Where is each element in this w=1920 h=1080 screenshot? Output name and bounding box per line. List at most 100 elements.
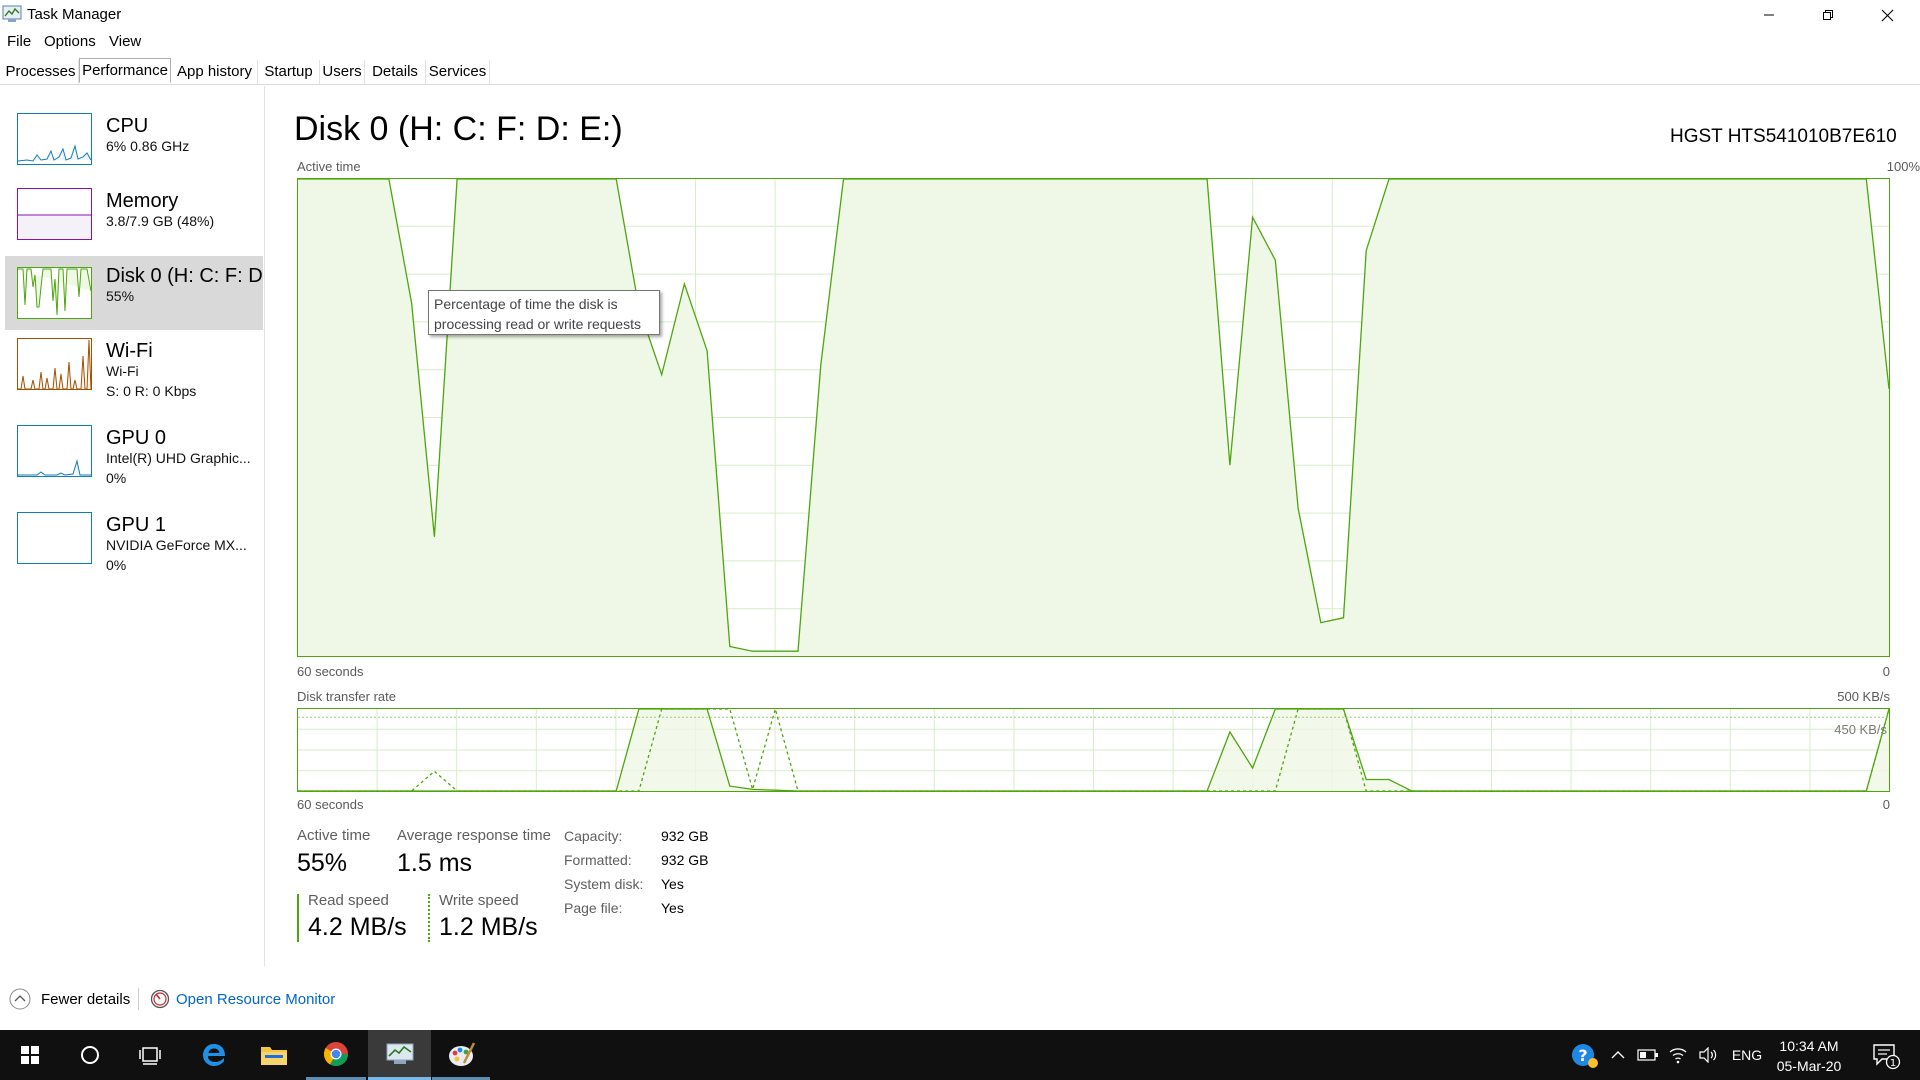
help-question-icon: ?: [1572, 1044, 1598, 1068]
cortana-search-icon: [81, 1046, 99, 1064]
tab-startup[interactable]: Startup: [258, 60, 320, 84]
file-explorer-icon: [261, 1047, 287, 1065]
restore-icon: [1823, 10, 1833, 20]
sidebar-item-name: Disk 0 (H: C: F: D: E:): [106, 265, 263, 287]
task-manager-taskbar-button[interactable]: [368, 1030, 431, 1080]
sidebar-item-name: GPU 0: [106, 427, 167, 449]
sidebar-item-disk-0[interactable]: Disk 0 (H: C: F: D: E:) 55%: [5, 256, 263, 330]
fewer-details-link[interactable]: Fewer details: [41, 991, 130, 1008]
active-time-stat-value: 55%: [297, 849, 348, 877]
tab-strip: Processes Performance App history Startu…: [0, 58, 1920, 85]
disk-model-name: HGST HTS541010B7E610: [1670, 126, 1897, 147]
sidebar-item-name: Memory: [106, 190, 179, 212]
chrome-taskbar-button[interactable]: [306, 1030, 366, 1080]
show-hidden-icons-button[interactable]: [1606, 1030, 1630, 1080]
minimize-button[interactable]: [1740, 0, 1798, 30]
resource-monitor-icon: [150, 989, 170, 1009]
svg-text:?: ?: [1578, 1046, 1587, 1065]
tab-performance[interactable]: Performance: [79, 58, 171, 83]
menu-options[interactable]: Options: [44, 33, 96, 50]
transfer-rate-graph-max: 500 KB/s: [1837, 689, 1890, 704]
wifi-tray-button[interactable]: [1664, 1030, 1692, 1080]
sidebar-item-name: Wi-Fi: [106, 340, 153, 362]
windows-start-icon: [21, 1046, 39, 1064]
sidebar-item-name: GPU 1: [106, 514, 167, 536]
cpu-thumbnail-graph: [17, 113, 92, 165]
battery-tray-button[interactable]: [1634, 1030, 1662, 1080]
capacity-value: 932 GB: [661, 828, 709, 844]
read-speed-value: 4.2 MB/s: [308, 913, 407, 941]
menu-view[interactable]: View: [109, 33, 141, 50]
performance-detail-panel: Disk 0 (H: C: F: D: E:) HGST HTS541010B7…: [266, 86, 1920, 966]
action-center-button[interactable]: 1: [1864, 1030, 1908, 1080]
chevron-up-icon: [1611, 1051, 1625, 1059]
active-time-axis-left: 60 seconds: [297, 664, 364, 679]
paint-icon: [449, 1041, 476, 1066]
menu-file[interactable]: File: [7, 33, 31, 50]
transfer-rate-axis-left: 60 seconds: [297, 797, 364, 812]
tab-details[interactable]: Details: [365, 60, 426, 84]
help-tray-button[interactable]: ?: [1568, 1030, 1602, 1080]
menu-bar: File Options View: [0, 30, 1920, 52]
task-manager-icon: [386, 1043, 413, 1064]
tooltip-line-1: Percentage of time the disk is: [434, 296, 618, 312]
chrome-icon: [323, 1041, 348, 1066]
tab-processes[interactable]: Processes: [3, 60, 79, 84]
edge-icon: [203, 1044, 225, 1066]
windows-taskbar: ? ENG 10:34 AM 05-Mar-20 1: [0, 1030, 1920, 1080]
active-time-graph-label: Active time: [297, 159, 361, 174]
sidebar-item-memory[interactable]: Memory 3.8/7.9 GB (48%): [5, 181, 263, 255]
sidebar-item-gpu-0[interactable]: GPU 0 Intel(R) UHD Graphic... 0%: [5, 418, 263, 492]
file-explorer-taskbar-button[interactable]: [244, 1030, 304, 1080]
start-button[interactable]: [0, 1030, 60, 1080]
tab-users[interactable]: Users: [320, 60, 365, 84]
close-icon: [1881, 9, 1893, 21]
avg-response-stat-value: 1.5 ms: [397, 849, 473, 877]
input-language-indicator[interactable]: ENG: [1728, 1030, 1766, 1080]
taskbar-clock[interactable]: 10:34 AM 05-Mar-20: [1768, 1036, 1850, 1076]
restore-button[interactable]: [1799, 0, 1857, 30]
page-file-label: Page file:: [564, 900, 623, 916]
sidebar-item-cpu[interactable]: CPU 6% 0.86 GHz: [5, 106, 263, 180]
volume-tray-button[interactable]: [1694, 1030, 1722, 1080]
close-button[interactable]: [1858, 0, 1916, 30]
open-resource-monitor-link[interactable]: Open Resource Monitor: [176, 991, 335, 1008]
avg-response-stat-label: Average response time: [397, 827, 551, 844]
notification-icon: 1: [1873, 1044, 1901, 1070]
write-speed-label: Write speed: [439, 892, 519, 909]
sidebar-item-detail-2: 0%: [106, 557, 127, 573]
sidebar-item-detail-2: S: 0 R: 0 Kbps: [106, 383, 197, 399]
transfer-rate-graph-label: Disk transfer rate: [297, 689, 396, 704]
gpu-0-thumbnail-graph: [17, 425, 92, 477]
wifi-signal-icon: [1669, 1048, 1687, 1064]
tab-services[interactable]: Services: [426, 60, 490, 84]
write-speed-legend-line: [428, 894, 430, 942]
gpu-1-thumbnail-graph: [17, 512, 92, 564]
paint-taskbar-button[interactable]: [432, 1030, 490, 1080]
active-time-tooltip: Percentage of time the disk is processin…: [428, 290, 660, 335]
transfer-rate-axis-right: 0: [1882, 797, 1890, 812]
active-time-series-area: [298, 179, 1889, 656]
sidebar-item-detail: Intel(R) UHD Graphic...: [106, 450, 251, 466]
transfer-rate-marker-label: 450 KB/s: [1834, 722, 1887, 737]
footer-divider: [138, 988, 139, 1010]
edge-taskbar-button[interactable]: [184, 1030, 244, 1080]
active-time-graph-max: 100%: [1886, 159, 1920, 174]
read-speed-legend-line: [297, 894, 299, 942]
task-view-button[interactable]: [120, 1030, 180, 1080]
sidebar-item-wifi[interactable]: Wi-Fi Wi-Fi S: 0 R: 0 Kbps: [5, 331, 263, 405]
cortana-search-button[interactable]: [60, 1030, 120, 1080]
capacity-label: Capacity:: [564, 828, 623, 844]
memory-thumbnail-graph: [17, 188, 92, 240]
battery-icon: [1637, 1049, 1658, 1061]
formatted-label: Formatted:: [564, 852, 632, 868]
tab-app-history[interactable]: App history: [172, 60, 258, 84]
sidebar-item-name: CPU: [106, 115, 149, 137]
write-speed-value: 1.2 MB/s: [439, 913, 538, 941]
resource-sidebar: CPU 6% 0.86 GHz Memory 3.8/7.9 GB (48%) …: [0, 86, 265, 966]
sidebar-item-gpu-1[interactable]: GPU 1 NVIDIA GeForce MX... 0%: [5, 505, 263, 579]
fewer-details-button[interactable]: [9, 988, 31, 1010]
sidebar-item-detail: 6% 0.86 GHz: [106, 138, 190, 154]
system-disk-value: Yes: [661, 876, 684, 892]
notification-count: 1: [1890, 1058, 1896, 1069]
